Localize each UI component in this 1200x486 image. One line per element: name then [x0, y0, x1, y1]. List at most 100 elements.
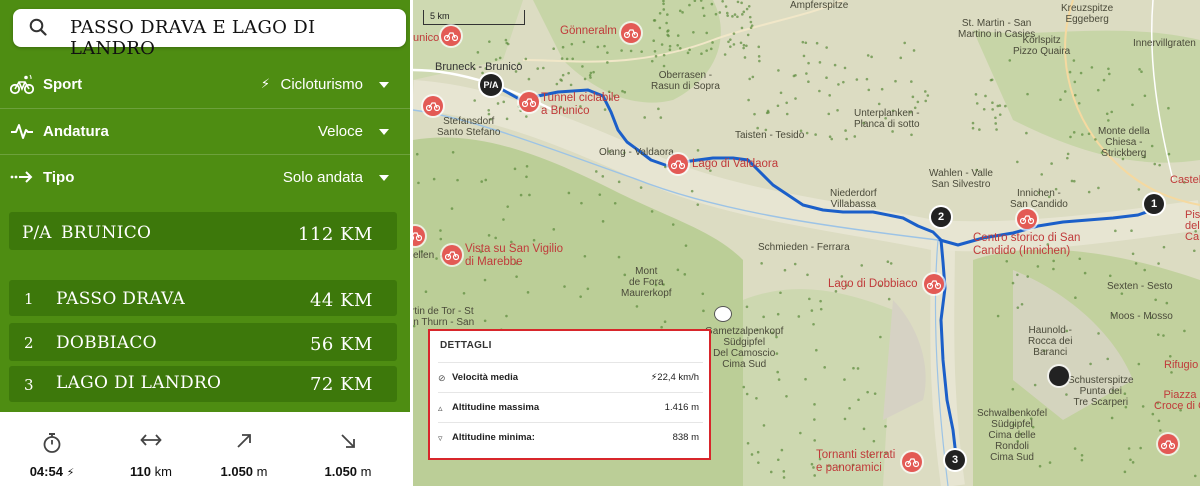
stage-item[interactable]: 3 LAGO DI LANDRO 72 KM [9, 366, 397, 402]
tree-dot [502, 218, 505, 221]
tree-dot [815, 41, 819, 45]
search-bar[interactable]: PASSO DRAVA E LAGO DI LANDRO [13, 9, 406, 59]
poi-label[interactable]: Tornanti sterrati e panoramici [816, 449, 895, 475]
poi-label[interactable]: Gönneralm [560, 25, 617, 38]
tree-dot [1120, 292, 1124, 295]
detail-label: Altitudine minima: [452, 432, 535, 443]
tree-dot [666, 13, 669, 16]
bike-poi-icon[interactable] [668, 154, 688, 174]
hiking-poi-icon[interactable] [1049, 366, 1069, 386]
tree-dot [1089, 362, 1092, 366]
tree-dot [1011, 387, 1015, 391]
filter-tipo[interactable]: Tipo Solo andata [0, 154, 410, 201]
bike-poi-icon[interactable] [924, 274, 944, 294]
place-label: Bruneck - Brunico [435, 61, 523, 73]
tree-dot [494, 236, 497, 240]
tree-dot [606, 61, 609, 64]
chevron-down-icon[interactable] [379, 175, 389, 181]
tree-dot [684, 244, 688, 247]
tree-dot [1025, 131, 1028, 135]
bike-poi-icon[interactable] [423, 96, 443, 116]
max-altitude-icon: ▵ [438, 403, 443, 413]
bike-poi-icon[interactable] [621, 23, 641, 43]
tree-dot [994, 122, 998, 125]
tree-dot [998, 113, 1002, 116]
stage-item[interactable]: 2 DOBBIACO 56 KM [9, 323, 397, 361]
tree-dot [891, 130, 894, 133]
tree-dot [782, 470, 786, 473]
tree-dot [668, 44, 672, 48]
bike-poi-icon[interactable] [1017, 209, 1037, 229]
stage-km: 44 KM [309, 290, 373, 311]
tree-dot [843, 378, 846, 381]
poi-label[interactable]: Lago di Dobbiaco [828, 278, 918, 291]
tree-dot [519, 193, 523, 197]
bike-poi-icon[interactable] [441, 26, 461, 46]
route-panel: PASSO DRAVA E LAGO DI LANDRO Sport ⚡ Cic… [0, 0, 410, 486]
tree-dot [873, 392, 877, 395]
tree-dot [1094, 138, 1097, 141]
tree-dot [652, 39, 656, 43]
tree-dot [567, 71, 570, 75]
tree-dot [1080, 458, 1084, 462]
tree-dot [668, 48, 672, 52]
place-label: Sexten - Sesto [1107, 281, 1173, 292]
tree-dot [812, 322, 815, 326]
map-marker-icon[interactable] [714, 306, 732, 322]
place-label: Moos - Mosso [1110, 311, 1173, 322]
tree-dot [726, 14, 729, 17]
tree-dot [1033, 383, 1037, 387]
filter-tipo-value[interactable]: Solo andata [283, 169, 363, 186]
tree-dot [1026, 275, 1030, 278]
stat-ascent: 1.050 m [194, 412, 294, 486]
distance-icon [101, 432, 201, 453]
bike-poi-icon[interactable] [442, 245, 462, 265]
bike-poi-icon[interactable] [1158, 434, 1178, 454]
waypoint-3[interactable]: 3 [945, 450, 965, 470]
tree-dot [1143, 268, 1146, 272]
bike-poi-icon[interactable] [519, 92, 539, 112]
waypoint-1[interactable]: 1 [1144, 194, 1164, 214]
tree-dot [727, 40, 730, 44]
stopwatch-icon [2, 432, 102, 459]
place-label: Wahlen - Valle San Silvestro [929, 168, 993, 190]
poi-label[interactable]: Lago di Valdaora [692, 158, 778, 171]
tree-dot [848, 406, 851, 410]
bike-poi-icon[interactable] [902, 452, 922, 472]
search-query[interactable]: PASSO DRAVA E LAGO DI LANDRO [70, 17, 406, 59]
tree-dot [813, 439, 816, 442]
tree-dot [747, 4, 751, 8]
tree-dot [827, 112, 831, 116]
waypoint-start[interactable]: P/A [480, 74, 502, 96]
stat-distance: 110 km [101, 412, 201, 486]
tree-dot [666, 30, 669, 33]
poi-label[interactable]: Centro storico di San Candido (Innichen) [973, 232, 1080, 258]
tree-dot [498, 56, 502, 60]
poi-label[interactable]: Vista su San Vigilio di Marebbe [465, 243, 563, 269]
tree-dot [1077, 101, 1081, 105]
filter-andatura-value[interactable]: Veloce [318, 123, 363, 140]
tree-dot [432, 177, 436, 181]
tree-dot [801, 40, 805, 44]
tree-dot [1127, 447, 1131, 450]
filter-sport-value[interactable]: Cicloturismo [280, 76, 363, 93]
tree-dot [567, 191, 571, 195]
chevron-down-icon[interactable] [379, 129, 389, 135]
waypoint-2[interactable]: 2 [931, 207, 951, 227]
tree-dot [702, 309, 705, 313]
route-start-card[interactable]: P/A BRUNICO 112 KM [9, 212, 397, 250]
filter-andatura[interactable]: Andatura Veloce [0, 108, 410, 155]
tree-dot [747, 98, 750, 102]
poi-label[interactable]: Tunnel ciclabile a Brunico [541, 92, 620, 118]
tree-dot [1072, 131, 1076, 134]
tree-dot [837, 83, 840, 86]
filter-sport[interactable]: Sport ⚡ Cicloturismo [0, 62, 410, 108]
tree-dot [659, 116, 663, 119]
chevron-down-icon[interactable] [379, 82, 389, 88]
tree-dot [561, 73, 565, 77]
stage-item[interactable]: 1 PASSO DRAVA 44 KM [9, 280, 397, 316]
tree-dot [657, 107, 660, 111]
tree-dot [1138, 68, 1141, 71]
place-label: ellen [413, 250, 435, 261]
tree-dot [1131, 252, 1135, 256]
